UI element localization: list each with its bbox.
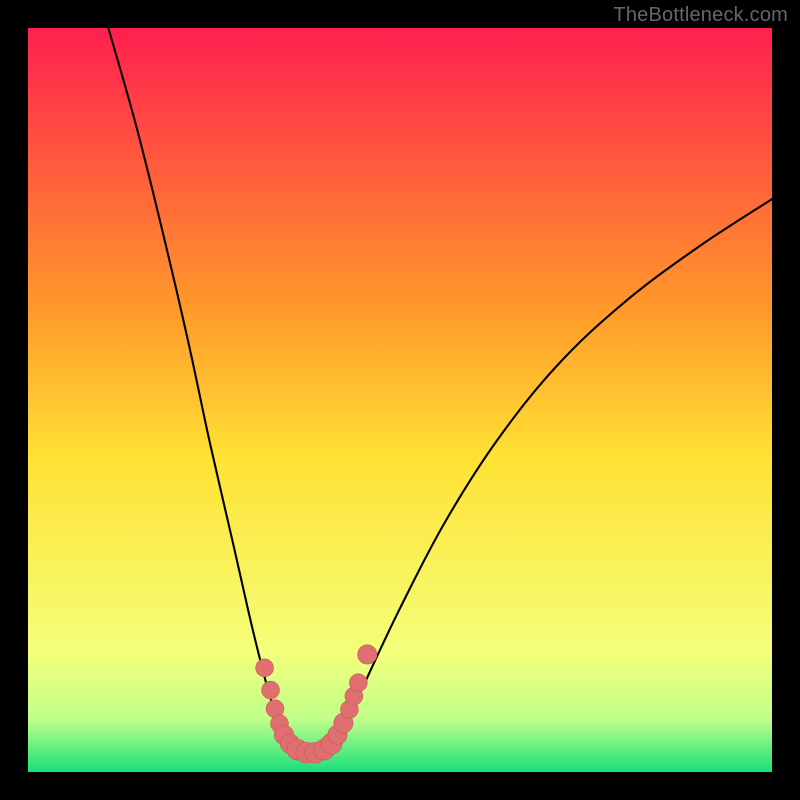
- data-marker: [349, 674, 367, 692]
- watermark-text: TheBottleneck.com: [613, 4, 788, 27]
- chart-svg: [28, 28, 772, 772]
- plot-area: [28, 28, 772, 772]
- chart-frame: TheBottleneck.com: [0, 0, 800, 800]
- data-marker: [262, 681, 280, 699]
- curve-right: [329, 199, 772, 753]
- data-marker: [256, 659, 274, 677]
- curve-left: [108, 28, 290, 753]
- data-marker: [358, 645, 377, 664]
